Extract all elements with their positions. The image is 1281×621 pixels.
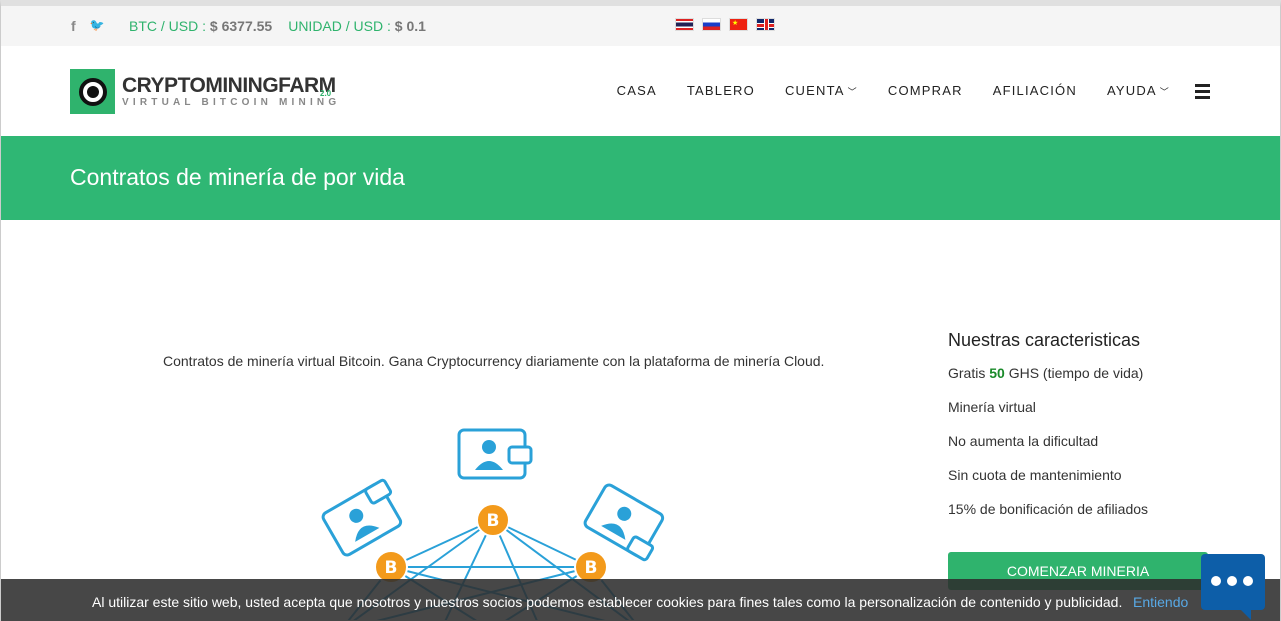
menu-icon[interactable] bbox=[1195, 84, 1210, 102]
svg-text:B: B bbox=[385, 558, 398, 578]
language-flags bbox=[675, 18, 775, 31]
nav-cuenta[interactable]: CUENTA ﹀ bbox=[785, 83, 858, 98]
unidad-price: UNIDAD / USD : $ 0.1 bbox=[288, 18, 426, 34]
russia-flag-icon[interactable] bbox=[702, 18, 721, 31]
cookie-text: Al utilizar este sitio web, usted acepta… bbox=[92, 594, 1123, 610]
feature-item: Gratis 50 GHS (tiempo de vida) bbox=[948, 365, 1144, 381]
chat-bubble-icon bbox=[1211, 576, 1253, 586]
feature-item: Minería virtual bbox=[948, 399, 1036, 415]
nav-casa[interactable]: CASA bbox=[617, 83, 657, 98]
china-flag-icon[interactable] bbox=[729, 18, 748, 31]
twitter-icon[interactable]: 🐦 bbox=[90, 18, 105, 34]
btc-price: BTC / USD : $ 6377.55 bbox=[129, 18, 272, 34]
chevron-down-icon: ﹀ bbox=[847, 87, 858, 97]
logo-text: CRYPTOMININGFARM VIRTUAL BITCOIN MINING bbox=[122, 73, 341, 109]
bitcoin-icon: B bbox=[476, 503, 510, 537]
wallet-icon bbox=[583, 483, 665, 562]
main-nav: CASA TABLERO CUENTA ﹀ COMPRAR AFILIACIÓN … bbox=[617, 83, 1170, 98]
features-title: Nuestras caracteristicas bbox=[948, 330, 1141, 350]
cookie-accept-link[interactable]: Entiendo bbox=[1133, 594, 1188, 610]
btc-label: BTC / USD : bbox=[129, 18, 207, 34]
site-logo[interactable]: CRYPTOMININGFARM VIRTUAL BITCOIN MINING … bbox=[70, 69, 340, 114]
feature-item: Sin cuota de mantenimiento bbox=[948, 467, 1122, 483]
wallet-icon bbox=[457, 428, 533, 480]
top-bar: f 🐦 BTC / USD : $ 6377.55 UNIDAD / USD :… bbox=[1, 6, 1280, 46]
uk-flag-icon[interactable] bbox=[756, 18, 775, 31]
nav-comprar[interactable]: COMPRAR bbox=[888, 83, 963, 98]
logo-main-text: CRYPTOMININGFARM bbox=[122, 73, 336, 97]
page-banner: Contratos de minería de por vida bbox=[1, 136, 1280, 220]
svg-text:B: B bbox=[487, 511, 500, 531]
feature-item: 15% de bonificación de afiliados bbox=[948, 501, 1149, 517]
svg-text:B: B bbox=[585, 558, 598, 578]
page: f 🐦 BTC / USD : $ 6377.55 UNIDAD / USD :… bbox=[0, 0, 1281, 621]
cookie-bar: Al utilizar este sitio web, usted acepta… bbox=[1, 579, 1280, 621]
facebook-icon[interactable]: f bbox=[71, 18, 76, 34]
logo-mark-icon bbox=[70, 69, 115, 114]
page-title: Contratos de minería de por vida bbox=[70, 164, 405, 190]
main-content: Contratos de minería virtual Bitcoin. Ga… bbox=[1, 220, 1280, 620]
btc-value: $ 6377.55 bbox=[209, 18, 273, 34]
logo-sub-text: VIRTUAL BITCOIN MINING bbox=[122, 96, 341, 108]
intro-text: Contratos de minería virtual Bitcoin. Ga… bbox=[163, 353, 825, 369]
thai-flag-icon[interactable] bbox=[675, 18, 694, 31]
chevron-down-icon: ﹀ bbox=[1159, 87, 1170, 97]
logo-version: 2.0 bbox=[320, 89, 332, 98]
unidad-label: UNIDAD / USD : bbox=[288, 18, 391, 34]
price-ticker: BTC / USD : $ 6377.55 UNIDAD / USD : $ 0… bbox=[129, 18, 426, 34]
nav-tablero[interactable]: TABLERO bbox=[687, 83, 755, 98]
wallet-icon bbox=[321, 478, 403, 557]
features-panel: Nuestras caracteristicas Gratis 50 GHS (… bbox=[948, 330, 1248, 535]
unidad-value: $ 0.1 bbox=[394, 18, 426, 34]
feature-item: No aumenta la dificultad bbox=[948, 433, 1099, 449]
site-header: CRYPTOMININGFARM VIRTUAL BITCOIN MINING … bbox=[1, 46, 1280, 136]
nav-afiliacion[interactable]: AFILIACIÓN bbox=[993, 83, 1077, 98]
social-links: f 🐦 bbox=[71, 18, 105, 34]
chat-widget-button[interactable] bbox=[1201, 554, 1265, 620]
nav-ayuda[interactable]: AYUDA ﹀ bbox=[1107, 83, 1170, 98]
